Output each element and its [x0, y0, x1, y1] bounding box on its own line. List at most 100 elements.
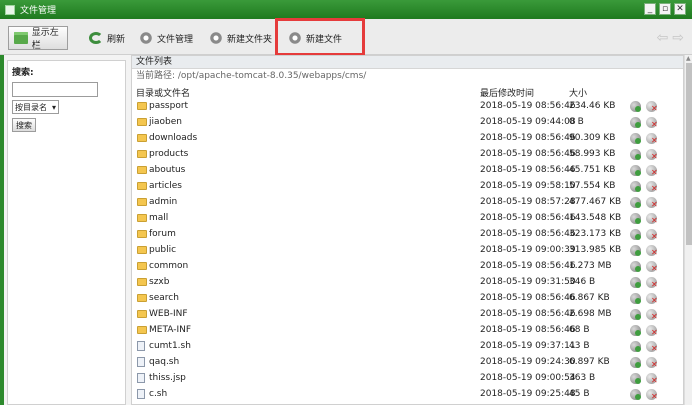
file-name[interactable]: articles — [149, 181, 182, 191]
folder-icon — [137, 102, 147, 110]
file-row[interactable]: search 2018-05-19 08:56:46 6.867 KB — [132, 291, 683, 307]
file-row[interactable]: thiss.jsp 2018-05-19 09:00:54 363 B — [132, 371, 683, 387]
download-icon[interactable] — [630, 341, 641, 352]
file-name[interactable]: WEB-INF — [149, 309, 188, 319]
refresh-button[interactable]: 刷新 — [84, 26, 125, 50]
search-button[interactable]: 搜索 — [12, 118, 36, 132]
delete-icon[interactable] — [646, 293, 658, 305]
file-row[interactable]: passport 2018-05-19 08:56:46 234.46 KB — [132, 99, 683, 115]
file-name[interactable]: passport — [149, 101, 188, 111]
file-row[interactable]: downloads 2018-05-19 08:56:46 90.309 KB — [132, 131, 683, 147]
file-row[interactable]: szxb 2018-05-19 09:31:50 346 B — [132, 275, 683, 291]
delete-icon[interactable] — [646, 309, 658, 321]
search-type-value: 按目录名 — [15, 102, 47, 112]
file-name[interactable]: admin — [149, 197, 177, 207]
minimize-button[interactable]: _ — [644, 3, 656, 15]
file-row[interactable]: forum 2018-05-19 08:56:46 323.173 KB — [132, 227, 683, 243]
file-row[interactable]: common 2018-05-19 08:56:46 1.273 MB — [132, 259, 683, 275]
download-icon[interactable] — [630, 101, 641, 112]
new-folder-button[interactable]: 新建文件夹 — [204, 26, 272, 50]
file-row[interactable]: jiaoben 2018-05-19 09:44:08 0 B — [132, 115, 683, 131]
file-name[interactable]: downloads — [149, 133, 197, 143]
show-left-panel-button[interactable]: 显示左栏 — [8, 26, 68, 51]
scrollbar[interactable]: ▲ — [684, 55, 692, 405]
download-icon[interactable] — [630, 165, 641, 176]
file-name[interactable]: search — [149, 293, 179, 303]
file-row[interactable]: products 2018-05-19 08:56:46 58.993 KB — [132, 147, 683, 163]
forward-arrow-icon[interactable]: ⇨ — [672, 31, 684, 45]
file-row[interactable]: c.sh 2018-05-19 09:25:48 45 B — [132, 387, 683, 403]
delete-icon[interactable] — [646, 101, 658, 113]
file-row[interactable]: public 2018-05-19 09:00:39 313.985 KB — [132, 243, 683, 259]
file-name[interactable]: public — [149, 245, 176, 255]
scroll-up-icon[interactable]: ▲ — [686, 55, 691, 62]
download-icon[interactable] — [630, 261, 641, 272]
highlight-annotation — [275, 18, 365, 56]
delete-icon[interactable] — [646, 229, 658, 241]
scrollbar-thumb[interactable] — [686, 63, 692, 245]
download-icon[interactable] — [630, 213, 641, 224]
delete-icon[interactable] — [646, 117, 658, 129]
file-modified-time: 2018-05-19 08:56:46 — [480, 293, 576, 303]
file-name[interactable]: qaq.sh — [149, 357, 179, 367]
download-icon[interactable] — [630, 117, 641, 128]
col-size-header: 大小 — [569, 89, 588, 99]
file-row[interactable]: WEB-INF 2018-05-19 08:56:46 2.698 MB — [132, 307, 683, 323]
file-name[interactable]: aboutus — [149, 165, 185, 175]
file-row[interactable]: META-INF 2018-05-19 08:56:46 68 B — [132, 323, 683, 339]
download-icon[interactable] — [630, 357, 641, 368]
file-name[interactable]: jiaoben — [149, 117, 182, 127]
download-icon[interactable] — [630, 277, 641, 288]
file-name[interactable]: c.sh — [149, 389, 167, 399]
col-time-header: 最后修改时间 — [480, 89, 535, 99]
download-icon[interactable] — [630, 133, 641, 144]
close-button[interactable]: ✕ — [674, 3, 686, 15]
delete-icon[interactable] — [646, 197, 658, 209]
delete-icon[interactable] — [646, 389, 658, 401]
delete-icon[interactable] — [646, 261, 658, 273]
delete-icon[interactable] — [646, 213, 658, 225]
delete-icon[interactable] — [646, 325, 658, 337]
file-name[interactable]: forum — [149, 229, 176, 239]
file-row[interactable]: qaq.sh 2018-05-19 09:24:30 6.897 KB — [132, 355, 683, 371]
download-icon[interactable] — [630, 309, 641, 320]
back-arrow-icon[interactable]: ⇦ — [657, 31, 669, 45]
file-row[interactable]: cumt1.sh 2018-05-19 09:37:11 43 B — [132, 339, 683, 355]
file-manage-button[interactable]: 文件管理 — [134, 26, 193, 50]
delete-icon[interactable] — [646, 341, 658, 353]
file-row[interactable]: admin 2018-05-19 08:57:28 477.467 KB — [132, 195, 683, 211]
file-size: 313.985 KB — [569, 245, 622, 255]
file-name[interactable]: products — [149, 149, 188, 159]
download-icon[interactable] — [630, 197, 641, 208]
file-row[interactable]: aboutus 2018-05-19 08:56:46 45.751 KB — [132, 163, 683, 179]
download-icon[interactable] — [630, 389, 641, 400]
delete-icon[interactable] — [646, 277, 658, 289]
download-icon[interactable] — [630, 373, 641, 384]
file-row[interactable]: articles 2018-05-19 09:58:10 57.554 KB — [132, 179, 683, 195]
delete-icon[interactable] — [646, 373, 658, 385]
download-icon[interactable] — [630, 181, 641, 192]
download-icon[interactable] — [630, 293, 641, 304]
search-type-select[interactable]: 按目录名 ▾ — [12, 100, 59, 114]
file-name[interactable]: META-INF — [149, 325, 191, 335]
file-name[interactable]: thiss.jsp — [149, 373, 186, 383]
file-name[interactable]: common — [149, 261, 188, 271]
download-icon[interactable] — [630, 325, 641, 336]
delete-icon[interactable] — [646, 133, 658, 145]
download-icon[interactable] — [630, 245, 641, 256]
download-icon[interactable] — [630, 149, 641, 160]
download-icon[interactable] — [630, 229, 641, 240]
file-row[interactable]: mall 2018-05-19 08:56:46 143.548 KB — [132, 211, 683, 227]
delete-icon[interactable] — [646, 165, 658, 177]
file-name[interactable]: mall — [149, 213, 168, 223]
search-input[interactable] — [12, 82, 98, 97]
maximize-button[interactable]: ▫ — [659, 3, 671, 15]
delete-icon[interactable] — [646, 245, 658, 257]
folder-icon — [137, 214, 147, 222]
file-icon — [137, 373, 145, 383]
delete-icon[interactable] — [646, 357, 658, 369]
file-name[interactable]: cumt1.sh — [149, 341, 191, 351]
delete-icon[interactable] — [646, 149, 658, 161]
delete-icon[interactable] — [646, 181, 658, 193]
file-name[interactable]: szxb — [149, 277, 169, 287]
